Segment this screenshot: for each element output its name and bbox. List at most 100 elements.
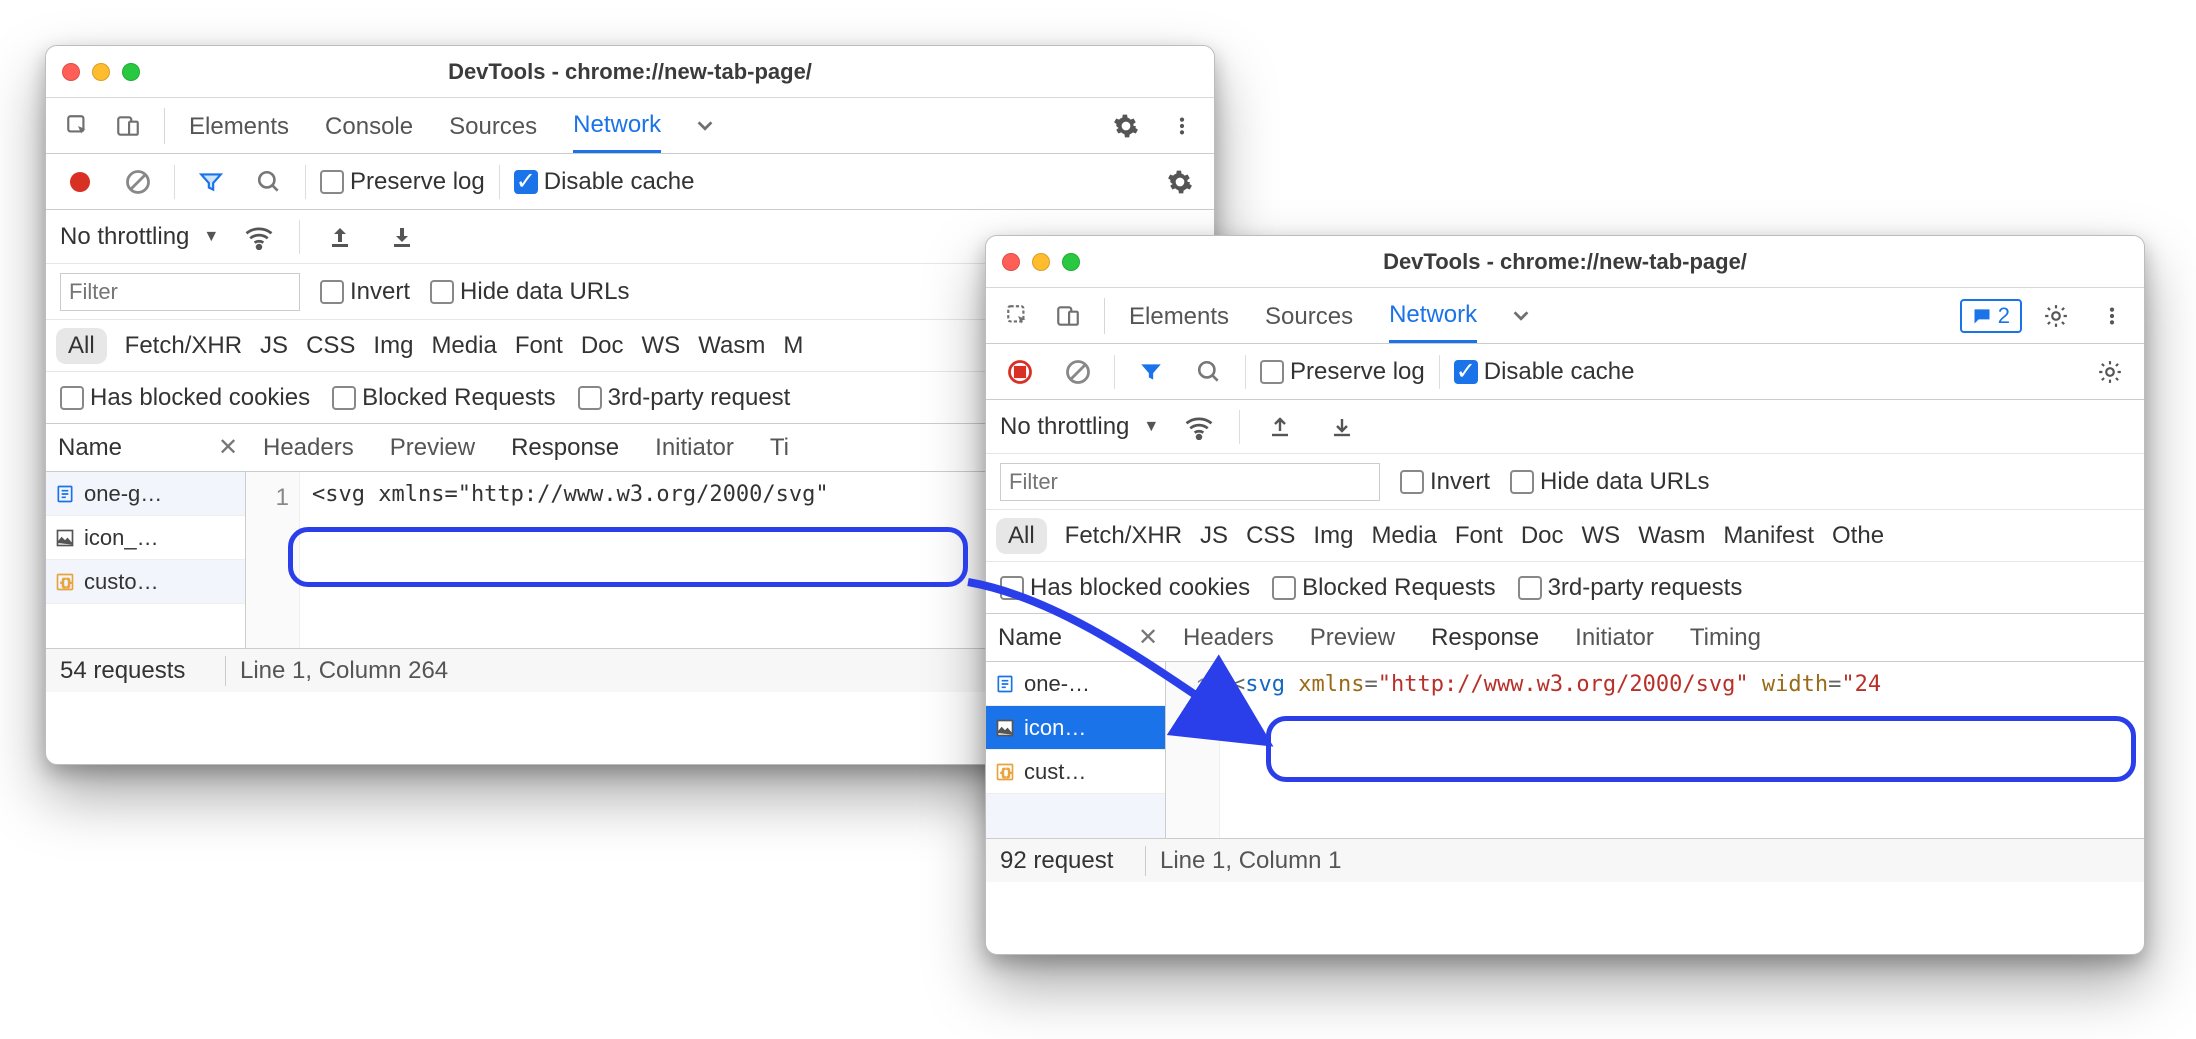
tab-elements[interactable]: Elements bbox=[1129, 289, 1229, 343]
wifi-icon[interactable] bbox=[1177, 405, 1221, 449]
tab-response[interactable]: Response bbox=[493, 424, 637, 472]
type-img[interactable]: Img bbox=[1313, 522, 1353, 550]
type-manifest[interactable]: Manifest bbox=[1723, 522, 1814, 550]
wifi-icon[interactable] bbox=[237, 215, 281, 259]
tab-sources[interactable]: Sources bbox=[1265, 289, 1353, 343]
response-code[interactable]: 1 <svg xmlns="http://www.w3.org/2000/svg… bbox=[1166, 662, 2144, 838]
download-har-icon[interactable] bbox=[1320, 405, 1364, 449]
list-item[interactable]: one-g… bbox=[46, 472, 245, 516]
tab-headers[interactable]: Headers bbox=[245, 424, 372, 472]
zoom-window-button[interactable] bbox=[122, 63, 140, 81]
preserve-log-checkbox[interactable]: Preserve log bbox=[1260, 358, 1425, 386]
tab-preview[interactable]: Preview bbox=[372, 424, 493, 472]
network-settings-icon[interactable] bbox=[2088, 350, 2132, 394]
type-doc[interactable]: Doc bbox=[581, 332, 624, 360]
tab-elements[interactable]: Elements bbox=[189, 99, 289, 153]
inspect-icon[interactable] bbox=[996, 294, 1040, 338]
minimize-window-button[interactable] bbox=[1032, 253, 1050, 271]
device-toggle-icon[interactable] bbox=[1046, 294, 1090, 338]
close-details-icon[interactable]: ✕ bbox=[1131, 623, 1165, 652]
type-js[interactable]: JS bbox=[260, 332, 288, 360]
list-item[interactable]: {} custo… bbox=[46, 560, 245, 604]
list-item[interactable]: one-… bbox=[986, 662, 1165, 706]
inspect-icon[interactable] bbox=[56, 104, 100, 148]
type-media[interactable]: Media bbox=[431, 332, 496, 360]
type-wasm[interactable]: Wasm bbox=[698, 332, 765, 360]
tab-timing[interactable]: Timing bbox=[1672, 614, 1779, 662]
record-button[interactable] bbox=[998, 350, 1042, 394]
device-toggle-icon[interactable] bbox=[106, 104, 150, 148]
tab-response[interactable]: Response bbox=[1413, 614, 1557, 662]
more-tabs-icon[interactable] bbox=[683, 104, 727, 148]
kebab-menu-icon[interactable] bbox=[1160, 104, 1204, 148]
tab-preview[interactable]: Preview bbox=[1292, 614, 1413, 662]
invert-checkbox[interactable]: Invert bbox=[320, 278, 410, 306]
type-media[interactable]: Media bbox=[1371, 522, 1436, 550]
search-icon[interactable] bbox=[1187, 350, 1231, 394]
more-tabs-icon[interactable] bbox=[1499, 294, 1543, 338]
type-font[interactable]: Font bbox=[1455, 522, 1503, 550]
minimize-window-button[interactable] bbox=[92, 63, 110, 81]
type-doc[interactable]: Doc bbox=[1521, 522, 1564, 550]
disable-cache-checkbox[interactable]: ✓ Disable cache bbox=[1454, 358, 1635, 386]
type-font[interactable]: Font bbox=[515, 332, 563, 360]
type-fetchxhr[interactable]: Fetch/XHR bbox=[125, 332, 242, 360]
hide-data-urls-checkbox[interactable]: Hide data URLs bbox=[430, 278, 629, 306]
tab-network[interactable]: Network bbox=[1389, 289, 1477, 343]
tab-initiator[interactable]: Initiator bbox=[637, 424, 752, 472]
type-other[interactable]: Othe bbox=[1832, 522, 1884, 550]
close-details-icon[interactable]: ✕ bbox=[211, 433, 245, 462]
record-button[interactable] bbox=[58, 160, 102, 204]
search-icon[interactable] bbox=[247, 160, 291, 204]
tab-network[interactable]: Network bbox=[573, 99, 661, 153]
list-item[interactable]: {} cust… bbox=[986, 750, 1165, 794]
type-all[interactable]: All bbox=[996, 518, 1047, 554]
type-img[interactable]: Img bbox=[373, 332, 413, 360]
zoom-window-button[interactable] bbox=[1062, 253, 1080, 271]
hide-data-urls-checkbox[interactable]: Hide data URLs bbox=[1510, 468, 1709, 496]
upload-har-icon[interactable] bbox=[318, 215, 362, 259]
tab-initiator[interactable]: Initiator bbox=[1557, 614, 1672, 662]
clear-button[interactable] bbox=[1056, 350, 1100, 394]
list-item-selected[interactable]: icon… bbox=[986, 706, 1165, 750]
col-name[interactable]: Name bbox=[46, 434, 211, 462]
tab-console[interactable]: Console bbox=[325, 99, 413, 153]
issues-badge[interactable]: 2 bbox=[1960, 299, 2022, 333]
filter-toggle-icon[interactable] bbox=[189, 160, 233, 204]
blocked-cookies-checkbox[interactable]: Has blocked cookies bbox=[1000, 574, 1250, 602]
kebab-menu-icon[interactable] bbox=[2090, 294, 2134, 338]
type-fetchxhr[interactable]: Fetch/XHR bbox=[1065, 522, 1182, 550]
throttling-select[interactable]: No throttling ▼ bbox=[60, 223, 219, 251]
tab-sources[interactable]: Sources bbox=[449, 99, 537, 153]
download-har-icon[interactable] bbox=[380, 215, 424, 259]
tab-timing[interactable]: Ti bbox=[752, 424, 807, 472]
type-css[interactable]: CSS bbox=[1246, 522, 1295, 550]
type-ws[interactable]: WS bbox=[1582, 522, 1621, 550]
list-item[interactable]: icon_… bbox=[46, 516, 245, 560]
tab-headers[interactable]: Headers bbox=[1165, 614, 1292, 662]
blocked-cookies-checkbox[interactable]: Has blocked cookies bbox=[60, 384, 310, 412]
preserve-log-checkbox[interactable]: Preserve log bbox=[320, 168, 485, 196]
invert-checkbox[interactable]: Invert bbox=[1400, 468, 1490, 496]
third-party-checkbox[interactable]: 3rd-party request bbox=[578, 384, 791, 412]
type-js[interactable]: JS bbox=[1200, 522, 1228, 550]
blocked-requests-checkbox[interactable]: Blocked Requests bbox=[332, 384, 555, 412]
clear-button[interactable] bbox=[116, 160, 160, 204]
type-css[interactable]: CSS bbox=[306, 332, 355, 360]
blocked-requests-checkbox[interactable]: Blocked Requests bbox=[1272, 574, 1495, 602]
col-name[interactable]: Name bbox=[986, 624, 1131, 652]
upload-har-icon[interactable] bbox=[1258, 405, 1302, 449]
type-all[interactable]: All bbox=[56, 328, 107, 364]
settings-icon[interactable] bbox=[1104, 104, 1148, 148]
network-settings-icon[interactable] bbox=[1158, 160, 1202, 204]
close-window-button[interactable] bbox=[62, 63, 80, 81]
type-ws[interactable]: WS bbox=[642, 332, 681, 360]
third-party-checkbox[interactable]: 3rd-party requests bbox=[1518, 574, 1743, 602]
filter-input[interactable] bbox=[1000, 463, 1380, 501]
disable-cache-checkbox[interactable]: ✓ Disable cache bbox=[514, 168, 695, 196]
close-window-button[interactable] bbox=[1002, 253, 1020, 271]
filter-toggle-icon[interactable] bbox=[1129, 350, 1173, 394]
type-wasm[interactable]: Wasm bbox=[1638, 522, 1705, 550]
throttling-select[interactable]: No throttling ▼ bbox=[1000, 413, 1159, 441]
settings-icon[interactable] bbox=[2034, 294, 2078, 338]
